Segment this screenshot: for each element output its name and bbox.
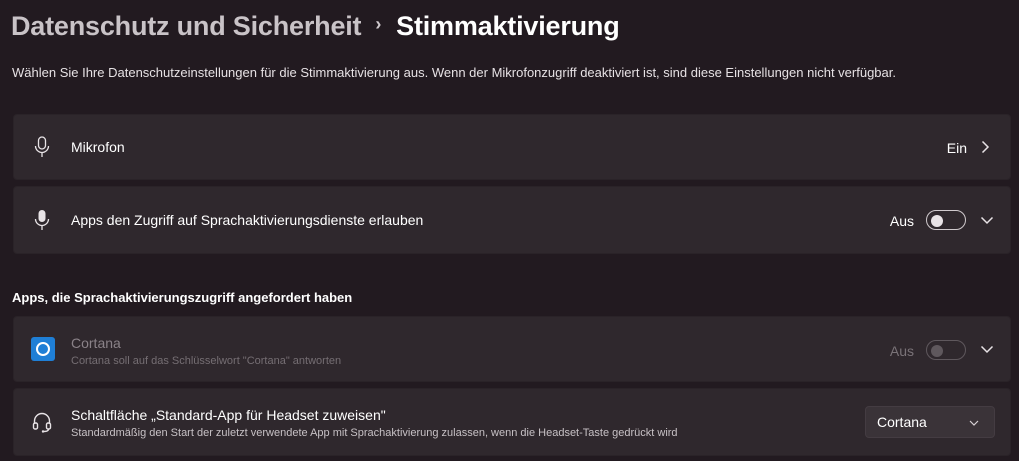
headset-title: Schaltfläche „Standard-App für Headset z…: [71, 407, 386, 423]
breadcrumb: Datenschutz und Sicherheit › Stimmaktivi…: [11, 8, 620, 44]
cortana-state: Aus: [889, 343, 914, 359]
chevron-down-icon[interactable]: [980, 213, 994, 227]
cortana-title: Cortana: [71, 335, 121, 351]
page-description: Wählen Sie Ihre Datenschutzeinstellungen…: [12, 65, 896, 80]
microphone-icon: [32, 135, 52, 159]
microphone-setting-card[interactable]: Mikrofon Ein: [13, 114, 1011, 180]
cortana-text: Cortana Cortana soll auf das Schlüsselwo…: [71, 335, 341, 367]
headset-text: Schaltfläche „Standard-App für Headset z…: [71, 407, 678, 439]
chevron-right-icon[interactable]: [978, 140, 992, 154]
breadcrumb-separator: ›: [375, 13, 382, 34]
section-heading: Apps, die Sprachaktivierungszugriff ange…: [12, 290, 353, 305]
chevron-down-icon: [969, 420, 979, 426]
page-title: Stimmaktivierung: [396, 10, 620, 41]
apps-voice-access-title: Apps den Zugriff auf Sprachaktivierungsd…: [71, 212, 424, 228]
toggle-knob: [931, 215, 943, 227]
cortana-subtitle: Cortana soll auf das Schlüsselwort "Cort…: [71, 355, 342, 367]
cortana-icon: [31, 337, 55, 361]
headset-icon: [32, 410, 52, 434]
apps-voice-access-card[interactable]: Apps den Zugriff auf Sprachaktivierungsd…: [13, 186, 1011, 254]
headset-app-dropdown[interactable]: Cortana: [865, 406, 995, 438]
apps-voice-access-toggle[interactable]: [926, 210, 966, 230]
apps-voice-access-state: Aus: [889, 213, 914, 229]
dropdown-selected-value: Cortana: [877, 414, 927, 430]
microphone-title: Mikrofon: [71, 139, 125, 155]
cortana-toggle[interactable]: [926, 340, 966, 360]
microphone-filled-icon: [32, 208, 52, 232]
cortana-setting-card[interactable]: Cortana Cortana soll auf das Schlüsselwo…: [13, 316, 1011, 382]
headset-setting-card: Schaltfläche „Standard-App für Headset z…: [13, 388, 1011, 456]
microphone-text: Mikrofon: [71, 139, 125, 155]
breadcrumb-parent-link[interactable]: Datenschutz und Sicherheit: [11, 11, 362, 42]
settings-page: Datenschutz und Sicherheit › Stimmaktivi…: [0, 0, 1019, 461]
apps-voice-access-text: Apps den Zugriff auf Sprachaktivierungsd…: [71, 212, 423, 228]
headset-subtitle: Standardmäßig den Start der zuletzt verw…: [71, 427, 678, 439]
microphone-state: Ein: [946, 140, 967, 156]
chevron-down-icon[interactable]: [980, 342, 994, 356]
toggle-knob: [931, 345, 943, 357]
